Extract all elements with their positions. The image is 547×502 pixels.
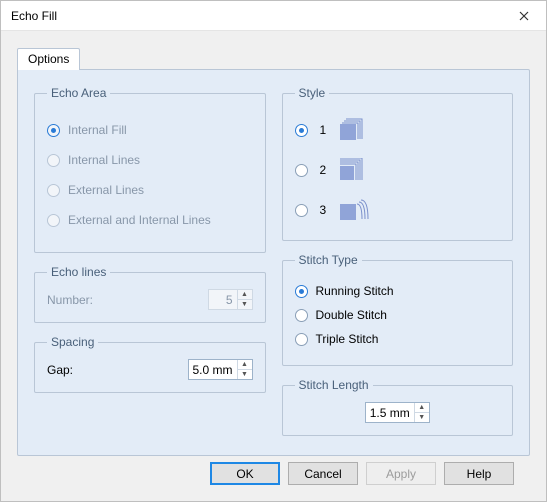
radio-icon	[47, 154, 60, 167]
radio-icon	[295, 285, 308, 298]
radio-style-2[interactable]: 2	[295, 158, 501, 182]
apply-button: Apply	[366, 462, 436, 485]
label-gap: Gap:	[47, 363, 117, 377]
radio-icon	[295, 333, 308, 346]
radio-style-1[interactable]: 1	[295, 118, 501, 142]
chevron-down-icon[interactable]: ▼	[238, 369, 252, 379]
group-echo-lines: Echo lines Number: ▲ ▼	[34, 265, 266, 323]
group-stitch-length: Stitch Length ▲ ▼	[282, 378, 514, 436]
radio-label: Triple Stitch	[316, 332, 379, 346]
titlebar: Echo Fill	[1, 1, 546, 31]
radio-running-stitch[interactable]: Running Stitch	[295, 281, 501, 301]
radio-icon	[295, 164, 308, 177]
group-legend-spacing: Spacing	[47, 335, 98, 349]
chevron-up-icon: ▲	[238, 290, 252, 299]
style-3-icon	[340, 198, 370, 222]
radio-double-stitch[interactable]: Double Stitch	[295, 305, 501, 325]
radio-label: Running Stitch	[316, 284, 394, 298]
options-panel: Echo Area Internal Fill Internal Lines E…	[17, 69, 530, 456]
dialog-footer: OK Cancel Apply Help	[17, 456, 530, 487]
input-stitch-length[interactable]	[366, 406, 414, 420]
field-gap: Gap: ▲ ▼	[47, 359, 253, 380]
radio-label: External Lines	[68, 183, 144, 197]
group-legend-echo-area: Echo Area	[47, 86, 110, 100]
group-echo-area: Echo Area Internal Fill Internal Lines E…	[34, 86, 266, 253]
radio-icon	[295, 204, 308, 217]
right-column: Style 1 2	[282, 86, 514, 439]
spinner-stitch-length[interactable]: ▲ ▼	[365, 402, 430, 423]
close-button[interactable]	[502, 1, 546, 31]
input-gap[interactable]	[189, 363, 237, 377]
left-column: Echo Area Internal Fill Internal Lines E…	[34, 86, 266, 439]
spinner-arrows: ▲ ▼	[414, 403, 429, 422]
radio-internal-fill: Internal Fill	[47, 120, 253, 140]
group-legend-style: Style	[295, 86, 330, 100]
cancel-button[interactable]: Cancel	[288, 462, 358, 485]
group-legend-stitch-type: Stitch Type	[295, 253, 362, 267]
chevron-up-icon[interactable]: ▲	[238, 360, 252, 369]
window: Echo Fill Options Echo Area Internal Fil…	[0, 0, 547, 502]
spinner-number: ▲ ▼	[208, 289, 253, 310]
ok-button[interactable]: OK	[210, 462, 280, 485]
spinner-arrows: ▲ ▼	[237, 290, 252, 309]
radio-internal-lines: Internal Lines	[47, 150, 253, 170]
label-number: Number:	[47, 293, 117, 307]
chevron-down-icon[interactable]: ▼	[415, 412, 429, 422]
radio-style-3[interactable]: 3	[295, 198, 501, 222]
radio-icon	[295, 124, 308, 137]
spinner-arrows: ▲ ▼	[237, 360, 252, 379]
help-button[interactable]: Help	[444, 462, 514, 485]
close-icon	[519, 11, 529, 21]
radio-icon	[47, 184, 60, 197]
style-1-icon	[340, 118, 370, 142]
radio-label: External and Internal Lines	[68, 213, 211, 227]
radio-label: Internal Lines	[68, 153, 140, 167]
radio-label: 1	[320, 123, 328, 137]
group-spacing: Spacing Gap: ▲ ▼	[34, 335, 266, 393]
group-stitch-type: Stitch Type Running Stitch Double Stitch…	[282, 253, 514, 366]
input-number	[209, 293, 237, 307]
style-2-icon	[340, 158, 370, 182]
radio-icon	[295, 309, 308, 322]
radio-triple-stitch[interactable]: Triple Stitch	[295, 329, 501, 349]
radio-label: 2	[320, 163, 328, 177]
radio-icon	[47, 214, 60, 227]
tab-strip: Options	[17, 47, 530, 69]
chevron-down-icon: ▼	[238, 299, 252, 309]
tab-options[interactable]: Options	[17, 48, 80, 70]
group-legend-echo-lines: Echo lines	[47, 265, 110, 279]
radio-external-lines: External Lines	[47, 180, 253, 200]
group-legend-stitch-length: Stitch Length	[295, 378, 373, 392]
window-title: Echo Fill	[11, 9, 57, 23]
dialog-body: Options Echo Area Internal Fill Internal…	[1, 31, 546, 501]
group-style: Style 1 2	[282, 86, 514, 241]
radio-external-internal-lines: External and Internal Lines	[47, 210, 253, 230]
chevron-up-icon[interactable]: ▲	[415, 403, 429, 412]
radio-label: 3	[320, 203, 328, 217]
spinner-gap[interactable]: ▲ ▼	[188, 359, 253, 380]
radio-label: Double Stitch	[316, 308, 387, 322]
field-number: Number: ▲ ▼	[47, 289, 253, 310]
radio-icon	[47, 124, 60, 137]
radio-label: Internal Fill	[68, 123, 127, 137]
field-stitch-length: ▲ ▼	[295, 402, 501, 423]
